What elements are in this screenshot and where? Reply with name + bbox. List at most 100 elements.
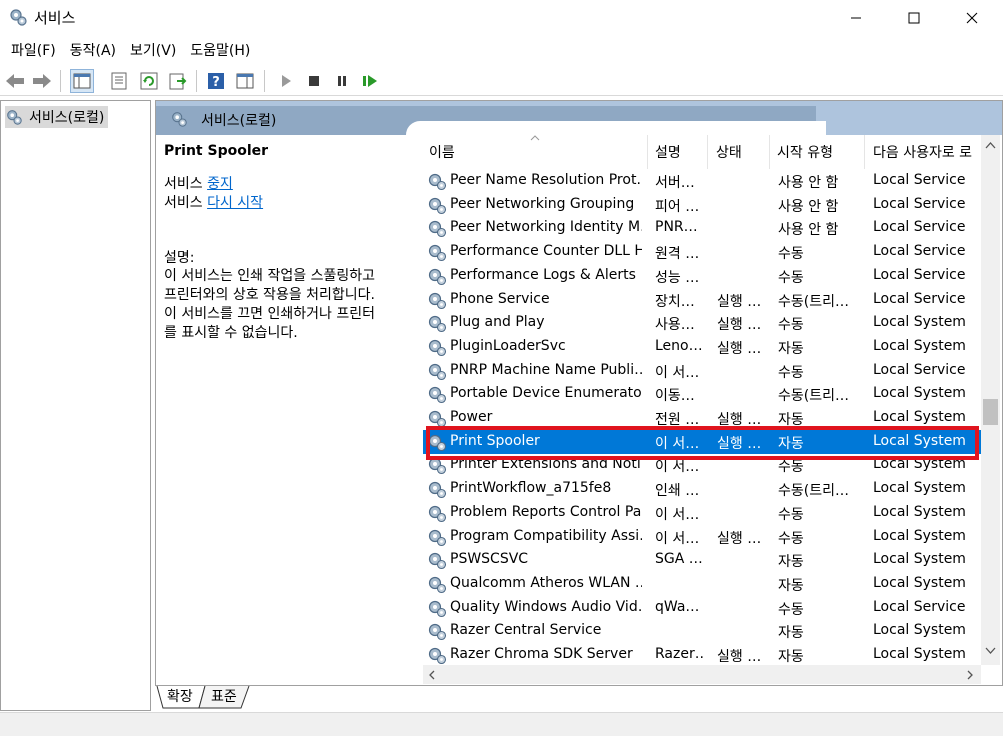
- table-row[interactable]: Phone Service 장치… 실행 … 수동(트리… Local Service: [423, 288, 983, 312]
- menu-action[interactable]: 동작(A): [63, 38, 123, 64]
- show-action-pane-button[interactable]: [233, 69, 257, 93]
- view-tabs: 확장 표준: [155, 686, 1003, 710]
- horizontal-scrollbar[interactable]: [423, 665, 981, 684]
- table-row[interactable]: PluginLoaderSvc Leno… 실행 … 자동 Local System: [423, 335, 983, 359]
- cell-name: Plug and Play: [450, 314, 545, 331]
- pane-header: 서비스(로컬): [156, 101, 1002, 135]
- svg-text:?: ?: [212, 75, 220, 90]
- toolbar-separator: [264, 70, 265, 92]
- vertical-scroll-thumb[interactable]: [983, 399, 998, 425]
- table-row[interactable]: Power 전원 … 실행 … 자동 Local System: [423, 406, 983, 430]
- stop-service-button[interactable]: [302, 69, 326, 93]
- maximize-button[interactable]: [885, 0, 943, 36]
- column-divider[interactable]: [864, 135, 865, 169]
- title-bar[interactable]: 서비스: [0, 0, 1003, 36]
- pause-service-button[interactable]: [330, 69, 354, 93]
- cell-name: Performance Logs & Alerts: [450, 266, 636, 283]
- close-button[interactable]: [943, 0, 1001, 36]
- cell-logon-as: Local Service: [873, 195, 966, 212]
- cell-startup-type: 수동: [778, 601, 804, 618]
- back-button[interactable]: [3, 69, 27, 93]
- toolbar-separator: [60, 70, 61, 92]
- table-row[interactable]: Razer Central Service 자동 Local System: [423, 619, 983, 643]
- cell-name: PluginLoaderSvc: [450, 337, 566, 354]
- service-gear-icon: [428, 387, 447, 404]
- cell-description: 성능 …: [655, 269, 700, 286]
- scroll-up-icon[interactable]: [985, 141, 996, 149]
- cell-description: 장치…: [655, 293, 695, 310]
- tab-extended[interactable]: 확장: [167, 686, 193, 710]
- column-header-description[interactable]: 설명: [655, 142, 681, 162]
- column-header-logon-as[interactable]: 다음 사용자로 로: [873, 142, 983, 162]
- close-icon: [966, 12, 978, 24]
- cell-name: Qualcomm Atheros WLAN …: [450, 574, 642, 591]
- cell-logon-as: Local System: [873, 456, 966, 473]
- export-list-button[interactable]: [166, 69, 190, 93]
- cell-logon-as: Local System: [873, 314, 966, 331]
- cell-description: 이 서…: [655, 530, 700, 547]
- services-list: 이름 설명 상태 시작 유형 다음 사용자로 로 Peer Name Resol…: [423, 135, 1002, 686]
- table-row[interactable]: Razer Chroma SDK Server Razer… 실행 … 자동 Local…: [423, 643, 983, 664]
- table-row[interactable]: PrintWorkflow_a715fe8 인쇄 … 수동(트리… Local Sys…: [423, 477, 983, 501]
- cell-logon-as: Local Service: [873, 598, 966, 615]
- column-header-startup-type[interactable]: 시작 유형: [777, 142, 833, 162]
- column-divider[interactable]: [769, 135, 770, 169]
- column-header-status[interactable]: 상태: [716, 142, 742, 162]
- service-gear-icon: [428, 363, 447, 380]
- table-row[interactable]: Qualcomm Atheros WLAN … 자동 Local System: [423, 572, 983, 596]
- help-button[interactable]: ?: [204, 69, 228, 93]
- column-divider[interactable]: [647, 135, 648, 169]
- vertical-scrollbar[interactable]: [981, 135, 1000, 665]
- services-pane: 서비스(로컬) Print Spooler 서비스 중지 서비스 다시 시작 설…: [155, 100, 1003, 686]
- table-row[interactable]: PSWSCSVC SGA … 자동 Local System: [423, 548, 983, 572]
- tab-standard[interactable]: 표준: [211, 686, 237, 710]
- show-hide-console-tree-button[interactable]: [70, 69, 94, 93]
- minimize-button[interactable]: [827, 0, 885, 36]
- cell-status: 실행 …: [717, 649, 762, 664]
- action-prefix: 서비스: [164, 176, 203, 192]
- service-gear-icon: [428, 553, 447, 570]
- cell-startup-type: 수동: [778, 246, 804, 263]
- menu-help[interactable]: 도움말(H): [183, 38, 257, 64]
- table-row[interactable]: Performance Counter DLL H… 원격 … 수동 Local Se…: [423, 240, 983, 264]
- stop-service-link[interactable]: 중지: [207, 176, 233, 192]
- refresh-button[interactable]: [137, 69, 161, 93]
- column-header-name[interactable]: 이름: [429, 142, 455, 162]
- table-row[interactable]: Performance Logs & Alerts 성능 … 수동 Local Ser…: [423, 264, 983, 288]
- menu-file[interactable]: 파일(F): [4, 38, 63, 64]
- start-service-button[interactable]: [274, 69, 298, 93]
- scroll-left-icon[interactable]: [428, 670, 436, 680]
- cell-startup-type: 수동(트리…: [778, 293, 849, 310]
- table-row[interactable]: Plug and Play 사용… 실행 … 수동 Local System: [423, 311, 983, 335]
- table-row[interactable]: Problem Reports Control Pa… 이 서… 수동 Local S…: [423, 501, 983, 525]
- table-row[interactable]: PNRP Machine Name Publi… 이 서… 수동 Local Serv…: [423, 359, 983, 383]
- restart-icon: [363, 75, 377, 87]
- properties-button[interactable]: [107, 69, 131, 93]
- play-icon: [282, 75, 291, 87]
- restart-service-button[interactable]: [358, 69, 382, 93]
- service-gear-icon: [428, 339, 447, 356]
- properties-icon: [111, 72, 127, 90]
- cell-name: Performance Counter DLL H…: [450, 243, 642, 260]
- description-line: 를 표시할 수 없습니다.: [164, 325, 298, 341]
- table-row[interactable]: Peer Name Resolution Prot… 서버… 사용 안 함 Local…: [423, 169, 983, 193]
- table-row[interactable]: Portable Device Enumerator… 이동… 수동(트리… Loca…: [423, 382, 983, 406]
- table-row[interactable]: Peer Networking Identity M… PNR… 사용 안 함 Loc…: [423, 216, 983, 240]
- scroll-down-icon[interactable]: [985, 647, 996, 655]
- table-row-selected[interactable]: Print Spooler 이 서… 실행 … 자동 Local System: [423, 429, 983, 454]
- forward-button[interactable]: [30, 69, 54, 93]
- tree-node-services-local[interactable]: 서비스(로컬): [5, 106, 109, 128]
- cell-name: Problem Reports Control Pa…: [450, 503, 642, 520]
- table-row[interactable]: Quality Windows Audio Vid… qWa… 수동 Local Se…: [423, 596, 983, 620]
- table-row[interactable]: Printer Extensions and Noti… 이 서… 수동 Local …: [423, 453, 983, 477]
- scroll-right-icon[interactable]: [966, 670, 974, 680]
- table-row[interactable]: Program Compatibility Assi… 이 서… 실행 … 수동 Loc…: [423, 525, 983, 549]
- service-gear-icon: [428, 481, 447, 499]
- console-tree-icon: [73, 73, 91, 89]
- column-divider[interactable]: [707, 135, 708, 169]
- menu-view[interactable]: 보기(V): [123, 38, 183, 64]
- table-row[interactable]: Peer Networking Grouping 피어 … 사용 안 함 Local …: [423, 193, 983, 217]
- cell-name: PrintWorkflow_a715fe8: [450, 480, 612, 497]
- cell-logon-as: Local Service: [873, 243, 966, 260]
- restart-service-link[interactable]: 다시 시작: [207, 195, 263, 211]
